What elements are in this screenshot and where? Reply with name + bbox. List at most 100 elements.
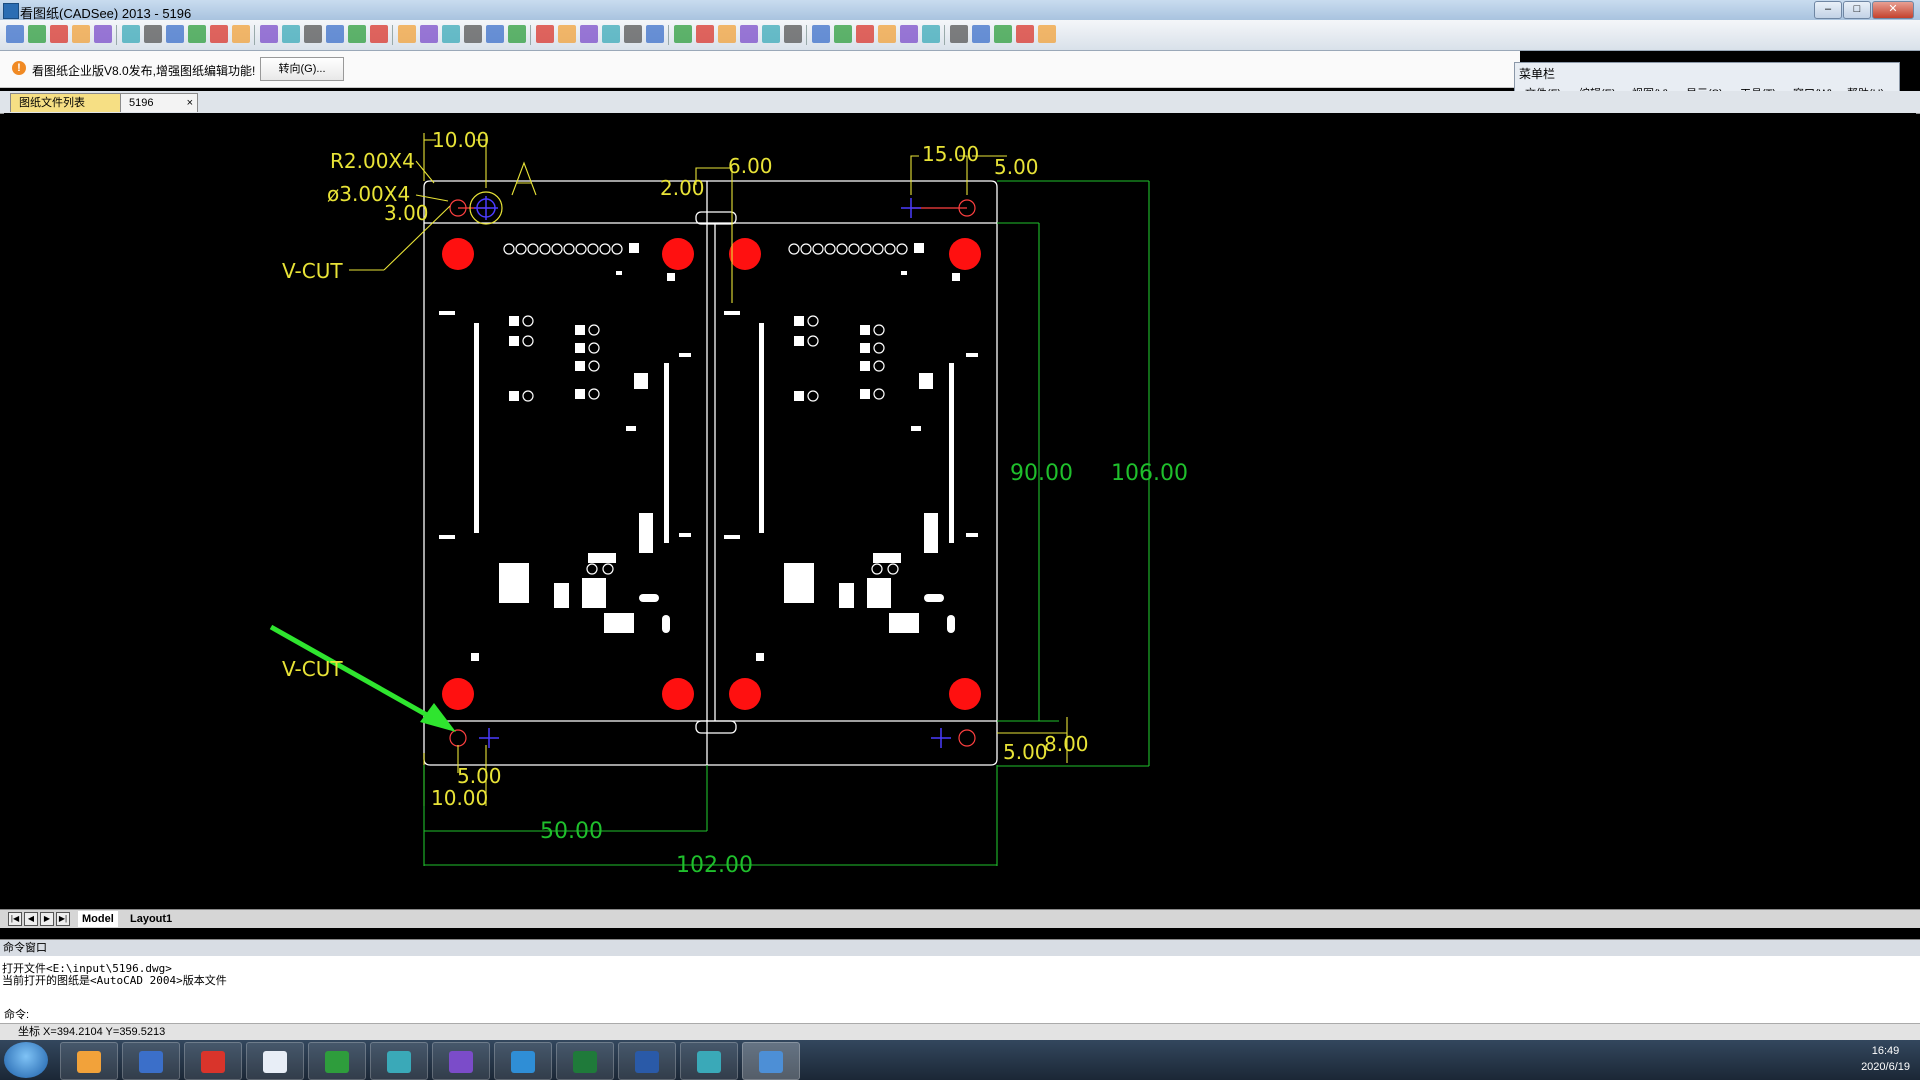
command-history-line: 当前打开的图纸是<AutoCAD 2004>版本文件 (2, 974, 227, 987)
taskbar-app[interactable] (370, 1042, 428, 1080)
toolbar-tool-icon[interactable] (646, 25, 664, 43)
goto-button[interactable]: 转向(G)... (260, 57, 344, 81)
toolbar-tool-icon[interactable] (398, 25, 416, 43)
toolbar-tool-icon[interactable] (72, 25, 90, 43)
toolbar-tool-icon[interactable] (696, 25, 714, 43)
toolbar-separator (944, 25, 945, 45)
app-icon (325, 1051, 349, 1073)
toolbar-tool-icon[interactable] (50, 25, 68, 43)
dim-10-bl: 10.00 (431, 786, 488, 810)
tab-close-icon[interactable]: × (187, 94, 193, 112)
menu-panel-close-icon[interactable]: × (1901, 52, 1909, 67)
toolbar-tool-icon[interactable] (784, 25, 802, 43)
toolbar-tool-icon[interactable] (370, 25, 388, 43)
tab-5196[interactable]: 5196 × (120, 93, 198, 112)
tab-model[interactable]: Model (78, 911, 118, 927)
dim-5-bl: 5.00 (457, 764, 502, 788)
toolbar-tool-icon[interactable] (94, 25, 112, 43)
toolbar-tool-icon[interactable] (900, 25, 918, 43)
prev-layout-icon[interactable]: ◀ (24, 912, 38, 926)
toolbar-tool-icon[interactable] (464, 25, 482, 43)
toolbar-tool-icon[interactable] (28, 25, 46, 43)
taskbar-app[interactable] (680, 1042, 738, 1080)
taskbar-app[interactable] (246, 1042, 304, 1080)
toolbar-tool-icon[interactable] (420, 25, 438, 43)
command-window: 命令窗口 打开文件<E:\input\5196.dwg> 当前打开的图纸是<Au… (0, 939, 1920, 1024)
drawing-canvas[interactable]: R2.00X4 ø3.00X4 3.00 V-CUT V-CUT 10.00 2… (4, 113, 1916, 907)
toolbar-tool-icon[interactable] (762, 25, 780, 43)
next-layout-icon[interactable]: ▶ (40, 912, 54, 926)
toolbar-tool-icon[interactable] (1038, 25, 1056, 43)
toolbar-tool-icon[interactable] (674, 25, 692, 43)
taskbar-app[interactable] (122, 1042, 180, 1080)
tab-layout1[interactable]: Layout1 (126, 911, 176, 927)
word-icon (635, 1051, 659, 1073)
status-bar: 坐标 X=394.2104 Y=359.5213 (0, 1023, 1920, 1041)
title-bar: 看图纸(CADSee) 2013 - 5196 – □ ✕ (0, 0, 1920, 21)
toolbar-tool-icon[interactable] (508, 25, 526, 43)
notice-message: 看图纸企业版V8.0发布,增强图纸编辑功能! (32, 64, 256, 78)
toolbar-tool-icon[interactable] (580, 25, 598, 43)
toolbar-tool-icon[interactable] (834, 25, 852, 43)
dim-6: 6.00 (728, 154, 773, 178)
toolbar-tool-icon[interactable] (348, 25, 366, 43)
taskbar-app[interactable] (60, 1042, 118, 1080)
toolbar-tool-icon[interactable] (304, 25, 322, 43)
maximize-button[interactable]: □ (1843, 1, 1871, 19)
last-layout-icon[interactable]: ▶| (56, 912, 70, 926)
toolbar-tool-icon[interactable] (740, 25, 758, 43)
toolbar-tool-icon[interactable] (486, 25, 504, 43)
cadsee-icon (759, 1051, 783, 1073)
system-clock[interactable]: 16:49 2020/6/19 (1861, 1043, 1910, 1075)
toolbar-tool-icon[interactable] (144, 25, 162, 43)
toolbar-tool-icon[interactable] (602, 25, 620, 43)
toolbar-tool-icon[interactable] (122, 25, 140, 43)
clock-date: 2020/6/19 (1861, 1061, 1910, 1073)
toolbar-tool-icon[interactable] (536, 25, 554, 43)
taskbar-app[interactable] (184, 1042, 242, 1080)
toolbar-separator (392, 25, 393, 45)
command-window-caption: 命令窗口 (0, 940, 1920, 956)
toolbar-separator (530, 25, 531, 45)
toolbar-tool-icon[interactable] (856, 25, 874, 43)
toolbar-tool-icon[interactable] (326, 25, 344, 43)
cad-drawing: R2.00X4 ø3.00X4 3.00 V-CUT V-CUT 10.00 2… (269, 128, 1188, 878)
toolbar-tool-icon[interactable] (6, 25, 24, 43)
toolbar-tool-icon[interactable] (718, 25, 736, 43)
taskbar-app[interactable] (432, 1042, 490, 1080)
toolbar-tool-icon[interactable] (994, 25, 1012, 43)
excel-icon (573, 1051, 597, 1073)
toolbar-tool-icon[interactable] (260, 25, 278, 43)
taskbar-app[interactable] (308, 1042, 366, 1080)
toolbar-tool-icon[interactable] (922, 25, 940, 43)
minimize-button[interactable]: – (1814, 1, 1842, 19)
toolbar-tool-icon[interactable] (282, 25, 300, 43)
warning-icon: ! (12, 61, 26, 75)
taskbar-app[interactable] (618, 1042, 676, 1080)
toolbar-tool-icon[interactable] (624, 25, 642, 43)
toolbar-tool-icon[interactable] (558, 25, 576, 43)
toolbar-tool-icon[interactable] (812, 25, 830, 43)
toolbar-tool-icon[interactable] (210, 25, 228, 43)
toolbar-tool-icon[interactable] (188, 25, 206, 43)
dim-106: 106.00 (1111, 461, 1188, 486)
toolbar-tool-icon[interactable] (166, 25, 184, 43)
taskbar-app-cadsee[interactable] (742, 1042, 800, 1080)
taskbar-app[interactable] (556, 1042, 614, 1080)
start-button[interactable] (4, 1042, 48, 1078)
toolbar-tool-icon[interactable] (878, 25, 896, 43)
app-icon (77, 1051, 101, 1073)
toolbar-tool-icon[interactable] (442, 25, 460, 43)
command-prompt[interactable]: 命令: (4, 1006, 29, 1022)
taskbar-app[interactable] (494, 1042, 552, 1080)
toolbar-tool-icon[interactable] (232, 25, 250, 43)
close-button[interactable]: ✕ (1872, 1, 1914, 19)
toolbar-tool-icon[interactable] (950, 25, 968, 43)
toolbar-separator (668, 25, 669, 45)
toolbar-tool-icon[interactable] (1016, 25, 1034, 43)
tab-file-list[interactable]: 图纸文件列表 (10, 93, 134, 112)
dim-50: 50.00 (540, 819, 603, 844)
first-layout-icon[interactable]: |◀ (8, 912, 22, 926)
toolbar-tool-icon[interactable] (972, 25, 990, 43)
document-icon (263, 1051, 287, 1073)
